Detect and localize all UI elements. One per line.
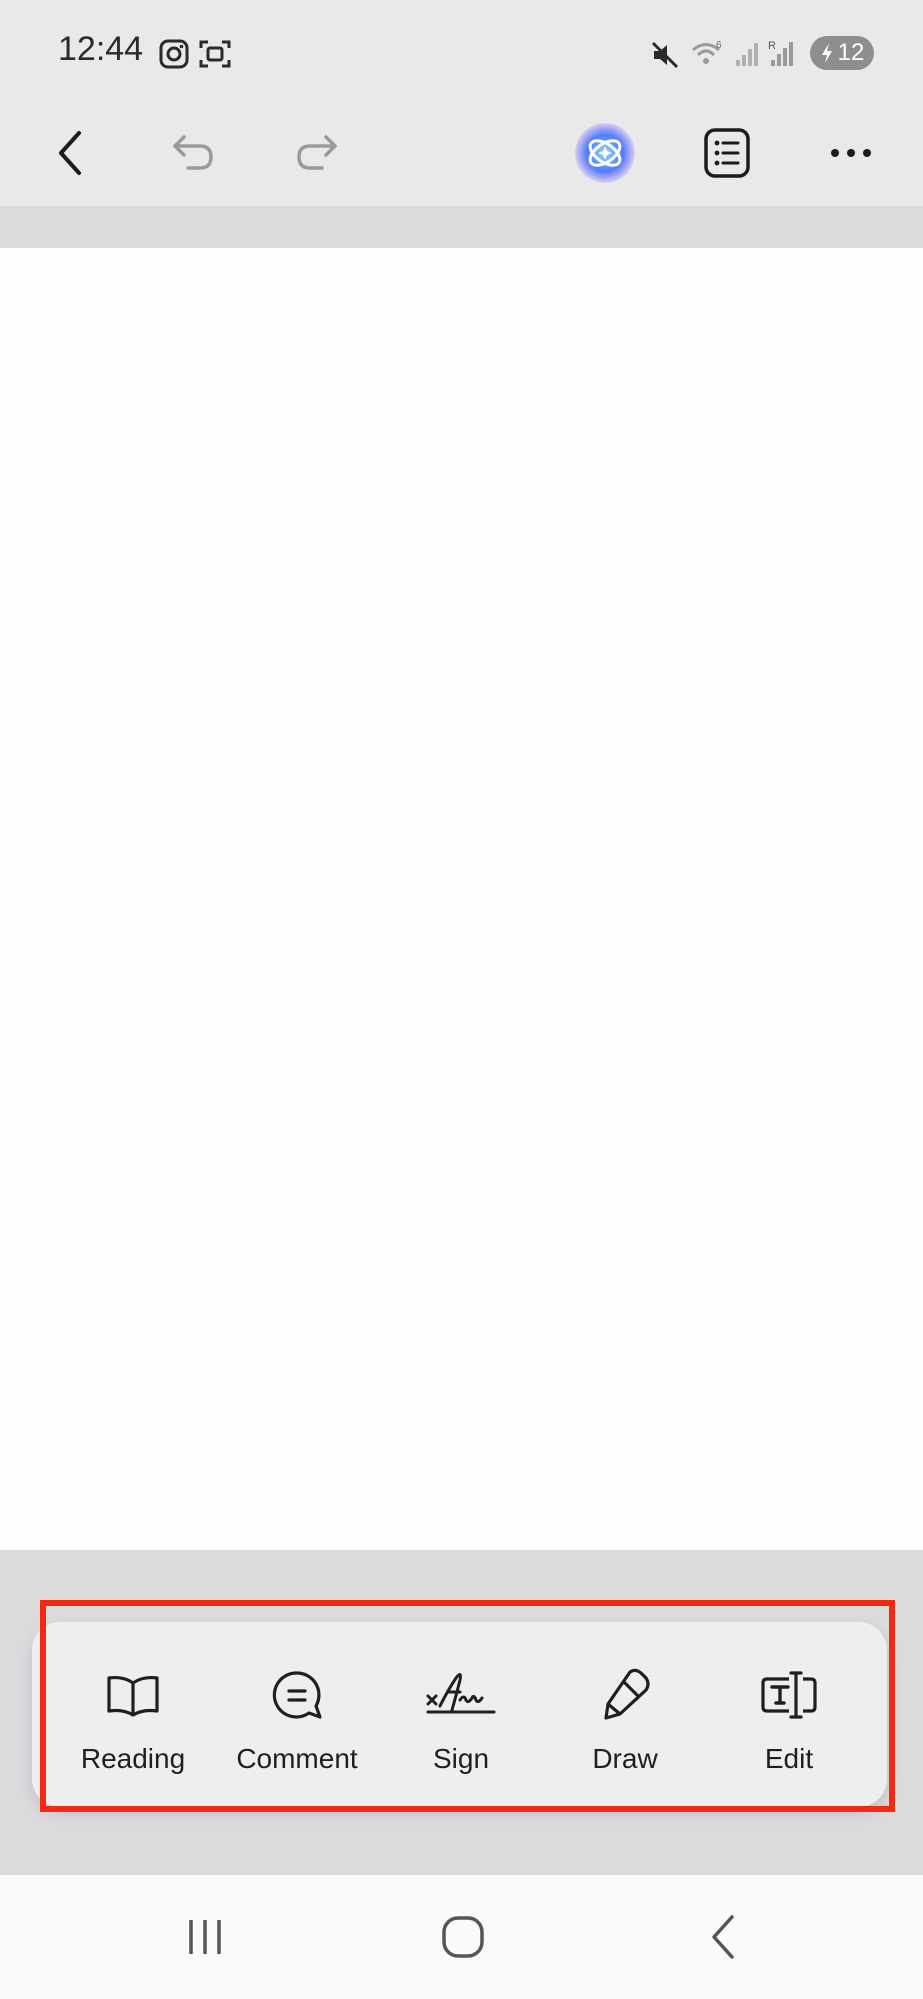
signal-icon (734, 40, 760, 73)
back-button[interactable] (40, 122, 102, 184)
system-nav-bar (0, 1875, 923, 1999)
more-options-button[interactable] (820, 122, 882, 184)
recent-apps-icon (189, 1920, 221, 1954)
outline-list-icon (704, 128, 750, 178)
document-page[interactable] (0, 248, 923, 1550)
highlight-annotation (40, 1600, 895, 1812)
ai-assistant-button[interactable] (572, 120, 638, 186)
page-gap (0, 206, 923, 248)
outline-button[interactable] (696, 120, 758, 186)
status-time: 12:44 (58, 30, 144, 68)
wifi-icon: 6 (690, 38, 726, 75)
ai-assistant-icon (575, 123, 635, 183)
redo-icon (297, 135, 337, 170)
status-bar: 12:44 6 R 12 (0, 0, 923, 100)
svg-text:R: R (768, 40, 776, 52)
mute-icon (650, 40, 680, 75)
nav-back-button[interactable] (688, 1903, 758, 1971)
redo-button[interactable] (286, 122, 348, 184)
top-toolbar (0, 100, 923, 206)
back-arrow-icon (59, 131, 81, 175)
more-options-icon (831, 149, 871, 157)
roaming-signal-icon: R (768, 38, 796, 73)
home-icon (442, 1916, 484, 1958)
svg-text:6: 6 (716, 40, 722, 51)
recent-apps-button[interactable] (170, 1905, 240, 1969)
battery-level: 12 (837, 39, 865, 66)
screenshot-icon (198, 38, 232, 75)
instagram-icon (158, 38, 190, 75)
undo-icon (173, 135, 213, 170)
nav-back-icon (712, 1915, 734, 1959)
undo-button[interactable] (162, 122, 224, 184)
battery-charging-icon: 12 (810, 36, 874, 70)
home-button[interactable] (428, 1903, 498, 1971)
